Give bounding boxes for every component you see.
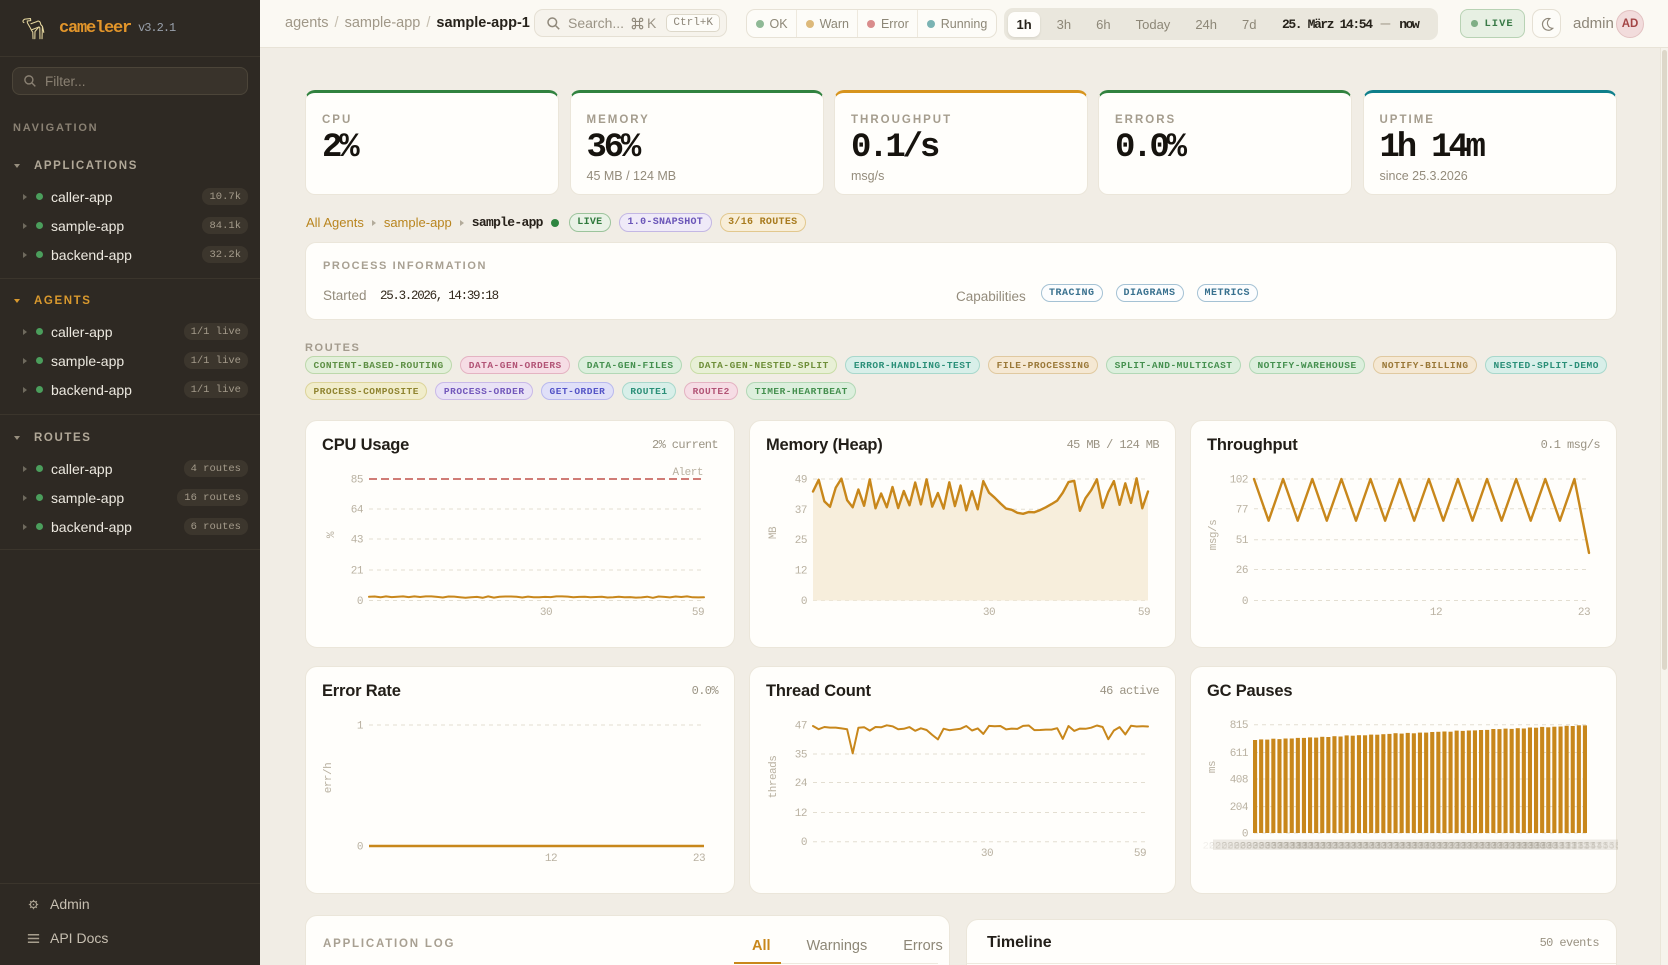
svg-text:49: 49 <box>795 475 807 487</box>
svg-text:0: 0 <box>357 842 363 854</box>
svg-text:59: 59 <box>692 607 704 619</box>
svg-text:408: 408 <box>1230 775 1248 787</box>
svg-text:77: 77 <box>1236 504 1248 516</box>
svg-text:23: 23 <box>693 853 705 865</box>
svg-text:0: 0 <box>357 596 363 608</box>
svg-text:30: 30 <box>981 848 993 860</box>
svg-text:30: 30 <box>983 607 995 619</box>
svg-text:35: 35 <box>795 750 807 762</box>
svg-text:30: 30 <box>540 607 552 619</box>
svg-text:0: 0 <box>1242 829 1248 841</box>
svg-text:Alert: Alert <box>672 467 703 479</box>
svg-text:24: 24 <box>795 778 808 790</box>
svg-text:85: 85 <box>351 475 363 487</box>
svg-text:51: 51 <box>1236 535 1249 547</box>
svg-text:12: 12 <box>795 566 807 578</box>
svg-text:1: 1 <box>357 721 364 733</box>
svg-text:2026-03-25T14:37: 2026-03-25T14:37 <box>1532 841 1618 853</box>
svg-text:23: 23 <box>1578 607 1590 619</box>
svg-text:0: 0 <box>801 837 807 849</box>
svg-text:ms: ms <box>1207 761 1219 773</box>
svg-text:12: 12 <box>545 853 557 865</box>
svg-text:12: 12 <box>795 808 807 820</box>
svg-text:611: 611 <box>1230 748 1249 760</box>
svg-text:47: 47 <box>795 721 807 733</box>
svg-text:37: 37 <box>795 505 807 517</box>
svg-text:err/h: err/h <box>323 763 335 794</box>
svg-text:102: 102 <box>1230 475 1248 487</box>
svg-text:12: 12 <box>1430 607 1442 619</box>
svg-text:%: % <box>326 531 338 538</box>
svg-text:msg/s: msg/s <box>1208 520 1220 551</box>
svg-text:204: 204 <box>1230 802 1249 814</box>
svg-text:64: 64 <box>351 505 364 517</box>
svg-text:threads: threads <box>768 756 780 799</box>
svg-text:0: 0 <box>1242 596 1248 608</box>
svg-text:815: 815 <box>1230 720 1248 732</box>
svg-text:21: 21 <box>351 566 364 578</box>
svg-text:25: 25 <box>795 535 807 547</box>
svg-text:59: 59 <box>1134 848 1146 860</box>
svg-text:26: 26 <box>1236 565 1248 577</box>
svg-text:0: 0 <box>801 596 807 608</box>
svg-text:59: 59 <box>1138 607 1150 619</box>
svg-text:43: 43 <box>351 535 363 547</box>
svg-text:MB: MB <box>768 526 780 539</box>
